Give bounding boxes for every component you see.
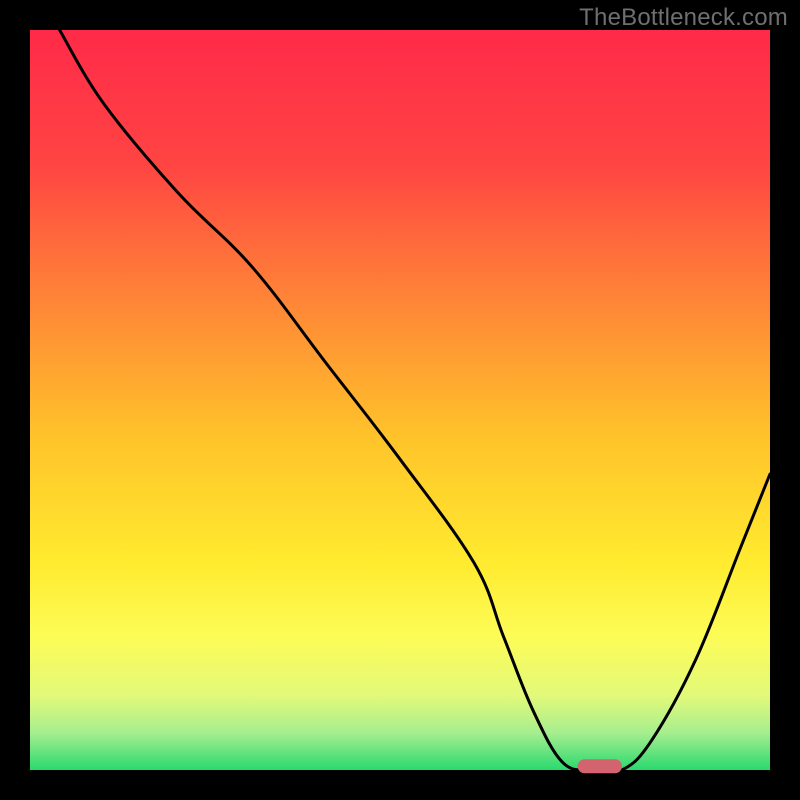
bottleneck-chart: [0, 0, 800, 800]
chart-container: TheBottleneck.com: [0, 0, 800, 800]
plot-background: [30, 30, 770, 770]
optimum-marker: [578, 759, 622, 773]
watermark-text: TheBottleneck.com: [579, 4, 788, 32]
